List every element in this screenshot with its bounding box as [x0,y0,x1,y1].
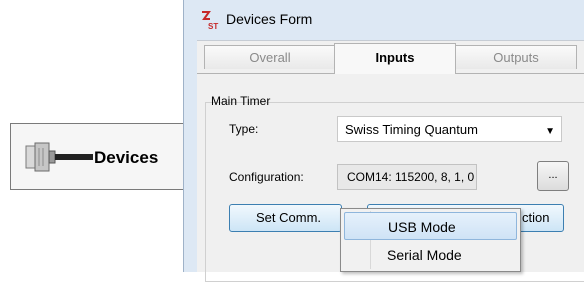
st-app-icon: ST [200,10,220,35]
set-comm-button[interactable]: Set Comm. [229,204,342,232]
configuration-field: COM14: 115200, 8, 1, 0 [337,164,477,190]
set-comm-label: Set Comm. [256,210,322,225]
tab-strip: Overall Inputs Outputs [197,43,584,74]
menu-item-usb-mode[interactable]: USB Mode [344,212,517,240]
title-bar[interactable]: ST Devices Form [184,0,584,40]
menu-item-serial-mode[interactable]: Serial Mode [344,241,517,269]
serial-plug-icon [25,142,93,177]
window-title: Devices Form [226,11,313,27]
tab-outputs[interactable]: Outputs [455,45,577,69]
type-select[interactable]: Swiss Timing Quantum ▼ [337,116,562,142]
configuration-label: Configuration: [229,170,304,184]
type-select-value: Swiss Timing Quantum [345,122,478,137]
type-label: Type: [229,122,259,136]
configuration-browse-button[interactable]: ... [537,161,569,191]
tab-overall[interactable]: Overall [204,45,336,69]
chevron-down-icon[interactable]: ▼ [545,126,555,137]
devices-toolbar-button[interactable]: Devices [10,123,200,190]
devices-label: Devices [94,148,159,167]
main-timer-group-label: Main Timer [211,94,271,108]
svg-text:ST: ST [208,22,218,30]
comm-mode-context-menu: USB Mode Serial Mode [340,208,521,272]
menu-item-label: USB Mode [388,219,456,235]
connection-button-label: ction [522,210,550,225]
tab-inputs[interactable]: Inputs [334,43,456,74]
configuration-value: COM14: 115200, 8, 1, 0 [347,170,475,184]
menu-item-label: Serial Mode [387,247,462,263]
